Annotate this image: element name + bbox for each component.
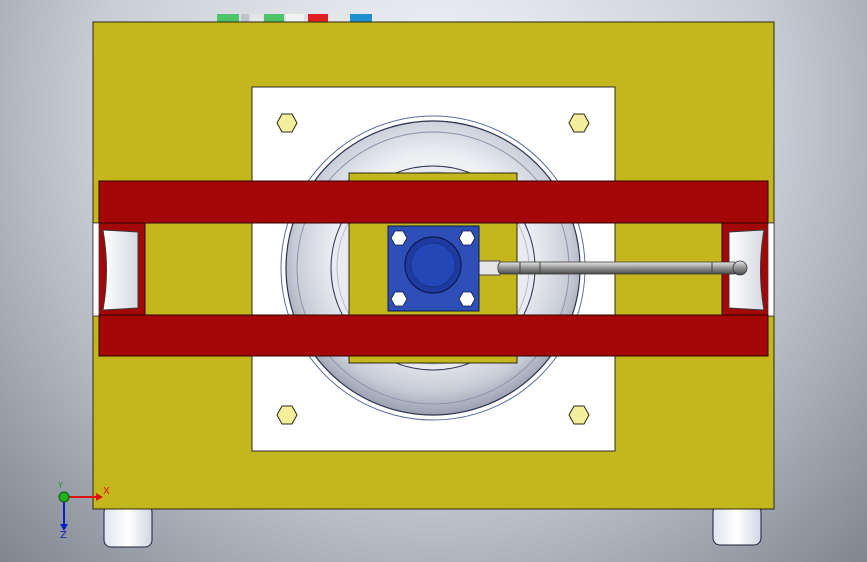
axis-y-label: Y [58,481,63,490]
support-foot-icon [103,504,762,548]
cad-viewport[interactable] [0,0,867,562]
top-edge-parts [217,14,372,22]
slot-bracket-left [92,222,146,317]
axis-z-label: Z [60,530,67,541]
center-block-icon[interactable] [387,225,480,312]
push-rod-icon[interactable] [477,260,748,276]
axis-x-label: X [103,486,110,497]
axis-triad-icon: X Y Z [48,481,118,544]
